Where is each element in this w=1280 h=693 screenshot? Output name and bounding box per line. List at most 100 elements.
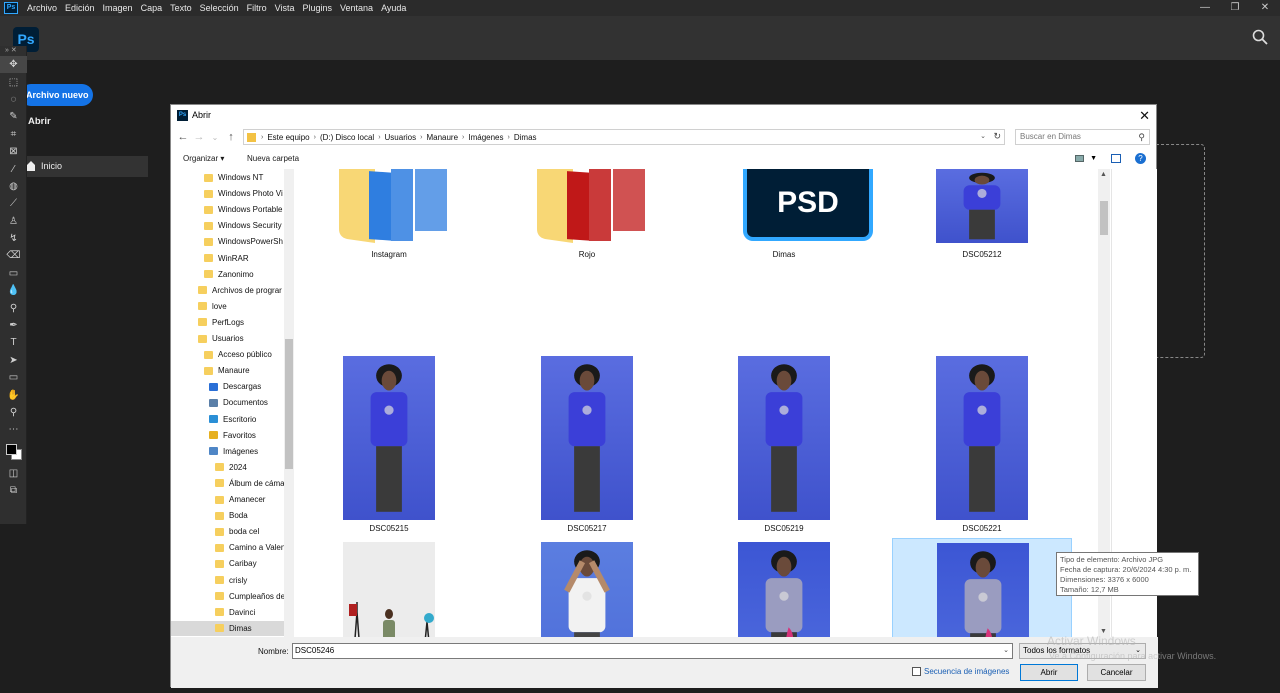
tree-item[interactable]: Manaure xyxy=(171,363,284,378)
search-input[interactable]: Buscar en Dimas ⚲ xyxy=(1015,129,1150,145)
tree-item[interactable]: Usuarios xyxy=(171,331,284,346)
file-item[interactable]: Rojo xyxy=(497,169,677,263)
file-item[interactable]: DSC05217 xyxy=(497,352,677,538)
image-sequence-checkbox[interactable] xyxy=(912,667,921,676)
tree-item[interactable]: crisly xyxy=(171,573,284,588)
help-icon[interactable]: ? xyxy=(1135,153,1146,164)
tree-item[interactable]: Camino a Valen xyxy=(171,540,285,555)
tree-item[interactable]: Dimas xyxy=(171,620,284,636)
file-item[interactable]: DSC05221 xyxy=(892,352,1072,538)
marquee-tool-icon[interactable]: ⬚ xyxy=(0,73,27,90)
pen-tool-icon[interactable]: ✒ xyxy=(0,317,27,334)
file-item[interactable]: DSC05246 xyxy=(892,538,1072,637)
history-brush-tool-icon[interactable]: ↯ xyxy=(0,230,27,247)
stamp-tool-icon[interactable]: ♙ xyxy=(0,213,27,230)
refresh-icon[interactable]: ↻ xyxy=(993,131,1001,142)
menu-item[interactable]: Vista xyxy=(271,0,299,16)
tree-item[interactable]: Escritorio xyxy=(171,412,284,427)
type-tool-icon[interactable]: T xyxy=(0,334,27,351)
recent-dropdown-icon[interactable]: ⌄ xyxy=(207,133,223,142)
dodge-tool-icon[interactable]: ⚲ xyxy=(0,299,27,316)
close-icon[interactable]: ✕ xyxy=(1139,108,1150,124)
tree-item[interactable]: Amanecer xyxy=(171,492,284,507)
breadcrumb-segment[interactable]: Usuarios xyxy=(382,133,420,142)
breadcrumb[interactable]: › Este equipo › (D:) Disco local › Usuarios ›… xyxy=(243,129,1005,145)
eyedropper-tool-icon[interactable]: ⁄ xyxy=(0,160,27,177)
menu-item[interactable]: Texto xyxy=(166,0,196,16)
menu-item[interactable]: Ventana xyxy=(336,0,377,16)
maximize-icon[interactable]: ❐ xyxy=(1220,0,1250,16)
tree-item[interactable]: Davinci xyxy=(171,605,284,620)
open-confirm-button[interactable]: Abrir xyxy=(1020,664,1078,681)
forward-icon[interactable]: → xyxy=(191,131,207,143)
tree-item[interactable]: Descargas xyxy=(171,379,284,394)
menu-item[interactable]: Filtro xyxy=(243,0,271,16)
tree-item[interactable]: PerfLogs xyxy=(171,315,284,330)
shape-tool-icon[interactable]: ▭ xyxy=(0,369,27,386)
tree-item[interactable]: 2024 xyxy=(171,460,284,475)
tree-item[interactable]: Imágenes xyxy=(171,444,284,459)
tree-item[interactable]: Acceso público xyxy=(171,347,284,362)
breadcrumb-segment[interactable]: Este equipo xyxy=(264,133,312,142)
organize-button[interactable]: Organizar ▾ xyxy=(183,154,224,163)
tree-item[interactable]: Álbum de cáma xyxy=(171,476,285,491)
tree-item[interactable]: WindowsPowerSh xyxy=(171,234,284,249)
new-folder-button[interactable]: Nueva carpeta xyxy=(247,154,299,163)
tree-item[interactable]: Cumpleaños de xyxy=(171,589,285,604)
color-swatches-icon[interactable] xyxy=(0,439,27,465)
panel-collapse-icon[interactable]: » ✕ xyxy=(0,46,26,56)
tree-item[interactable]: Caribay xyxy=(171,556,284,571)
cancel-button[interactable]: Cancelar xyxy=(1087,664,1146,681)
crop-tool-icon[interactable]: ⌗ xyxy=(0,126,27,143)
nav-home[interactable]: Inicio xyxy=(20,156,148,177)
lasso-tool-icon[interactable]: ◌ xyxy=(0,91,27,108)
move-tool-icon[interactable]: ✥ xyxy=(0,56,27,74)
eraser-tool-icon[interactable]: ⌫ xyxy=(0,247,27,264)
tree-item[interactable]: Boda xyxy=(171,508,284,523)
tree-scroll-thumb[interactable] xyxy=(285,339,293,469)
file-item[interactable]: PSD Dimas xyxy=(694,169,874,263)
chevron-down-icon[interactable]: ⌄ xyxy=(1003,644,1009,658)
gradient-tool-icon[interactable]: ▭ xyxy=(0,265,27,282)
preview-pane-icon[interactable] xyxy=(1111,154,1121,163)
healing-tool-icon[interactable]: ◍ xyxy=(0,178,27,195)
tree-item[interactable]: WinRAR xyxy=(171,251,284,266)
open-button[interactable]: Abrir xyxy=(28,116,51,127)
drop-zone[interactable] xyxy=(1156,144,1205,358)
file-name-input[interactable]: DSC05246 ⌄ xyxy=(292,643,1013,659)
menu-item[interactable]: Imagen xyxy=(99,0,137,16)
back-icon[interactable]: ← xyxy=(175,131,191,143)
screen-mode-icon[interactable]: ⧉ xyxy=(0,482,27,499)
tree-item[interactable]: Archivos de prograr xyxy=(171,283,284,298)
tree-item[interactable]: Favoritos xyxy=(171,428,284,443)
grid-scroll-thumb[interactable] xyxy=(1100,201,1108,235)
quick-mask-icon[interactable]: ◫ xyxy=(0,465,27,482)
search-icon[interactable] xyxy=(1252,29,1268,45)
image-sequence-option[interactable]: Secuencia de imágenes xyxy=(912,667,1009,676)
brush-tool-icon[interactable]: ⟋ xyxy=(0,195,27,212)
path-select-tool-icon[interactable]: ➤ xyxy=(0,352,27,369)
menu-item[interactable]: Selección xyxy=(196,0,243,16)
file-item[interactable]: DSC05225 xyxy=(299,538,479,637)
new-file-button[interactable]: Archivo nuevo xyxy=(20,84,93,106)
close-icon[interactable]: ✕ xyxy=(1250,0,1280,16)
file-item[interactable]: Instagram xyxy=(299,169,479,263)
breadcrumb-segment[interactable]: Manaure xyxy=(423,133,461,142)
tree-item[interactable]: Zanonimo xyxy=(171,267,284,282)
file-item[interactable]: DSC05245 xyxy=(694,538,874,637)
tree-item[interactable]: love xyxy=(171,299,284,314)
tree-scrollbar[interactable] xyxy=(284,169,294,637)
tree-item[interactable]: Windows NT xyxy=(171,170,284,185)
menu-item[interactable]: Edición xyxy=(61,0,99,16)
hand-tool-icon[interactable]: ✋ xyxy=(0,386,27,403)
file-item[interactable]: DSC05239 xyxy=(497,538,677,637)
more-tools-icon[interactable]: ⋯ xyxy=(0,421,27,438)
file-item[interactable]: DSC05219 xyxy=(694,352,874,538)
minimize-icon[interactable]: — xyxy=(1190,0,1220,16)
breadcrumb-segment[interactable]: Imágenes xyxy=(465,133,506,142)
chevron-down-icon[interactable]: ⌄ xyxy=(980,132,986,140)
tree-item[interactable]: Windows Portable xyxy=(171,202,284,217)
view-mode-icon[interactable] xyxy=(1075,155,1085,162)
tree-item[interactable]: boda cel xyxy=(171,524,284,539)
blur-tool-icon[interactable]: 💧 xyxy=(0,282,27,299)
